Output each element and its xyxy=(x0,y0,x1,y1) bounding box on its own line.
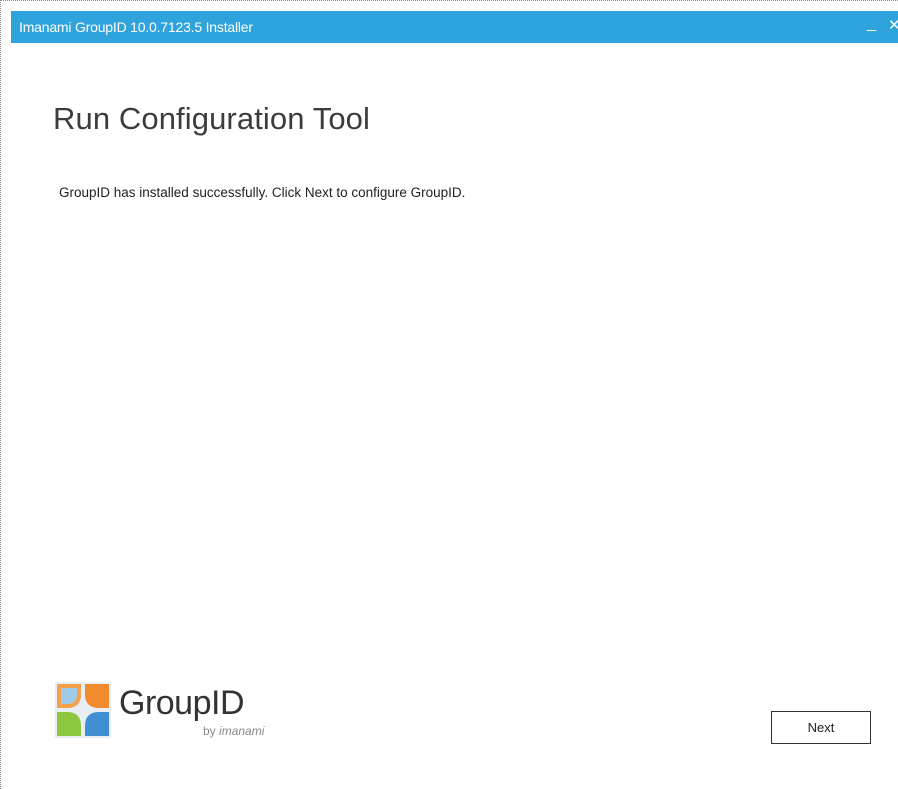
groupid-logo: GroupID by imanami xyxy=(55,682,295,742)
close-button[interactable]: ✕ xyxy=(888,17,898,35)
minimize-button[interactable]: _ xyxy=(867,15,876,33)
title-bar[interactable]: Imanami GroupID 10.0.7123.5 Installer _ … xyxy=(11,11,898,43)
logo-byline: by imanami xyxy=(203,724,264,738)
installer-window: Imanami GroupID 10.0.7123.5 Installer _ … xyxy=(0,0,898,789)
logo-wordmark: GroupID xyxy=(119,684,245,722)
logo-byline-brand: imanami xyxy=(219,724,265,738)
groupid-pinwheel-icon xyxy=(55,682,111,738)
window-title: Imanami GroupID 10.0.7123.5 Installer xyxy=(19,19,253,35)
status-message: GroupID has installed successfully. Clic… xyxy=(59,185,466,200)
page-title: Run Configuration Tool xyxy=(53,101,370,136)
next-button[interactable]: Next xyxy=(771,711,871,744)
logo-byline-prefix: by xyxy=(203,724,216,738)
